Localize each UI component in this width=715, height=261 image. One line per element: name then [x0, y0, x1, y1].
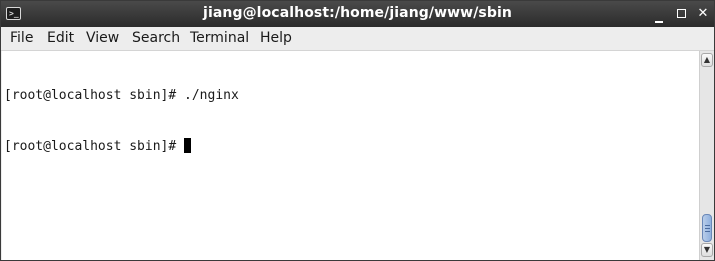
thumb-grip	[705, 231, 710, 232]
window-title: jiang@localhost:/home/jiang/www/sbin	[203, 5, 512, 21]
thumb-grip	[705, 225, 710, 226]
menu-view[interactable]: View	[86, 30, 119, 46]
title-bar[interactable]: >_ jiang@localhost:/home/jiang/www/sbin …	[1, 1, 714, 27]
menu-bar: File Edit View Search Terminal Help	[1, 27, 714, 51]
thumb-grip	[705, 228, 710, 229]
maximize-icon	[676, 9, 686, 18]
menu-search[interactable]: Search	[132, 30, 180, 46]
minimize-button[interactable]	[649, 4, 669, 24]
vertical-scrollbar[interactable]: ▲ ▼	[699, 51, 714, 260]
text-cursor	[184, 138, 192, 153]
terminal-prompt-line: [root@localhost sbin]#	[4, 138, 699, 155]
scroll-down-button[interactable]: ▼	[701, 243, 713, 257]
scroll-up-button[interactable]: ▲	[701, 53, 713, 67]
menu-help[interactable]: Help	[260, 30, 292, 46]
terminal-output[interactable]: [root@localhost sbin]# ./nginx [root@loc…	[2, 51, 699, 260]
menu-file[interactable]: File	[10, 30, 33, 46]
terminal-prompt: [root@localhost sbin]#	[4, 139, 185, 154]
menu-terminal[interactable]: Terminal	[190, 30, 249, 46]
scroll-thumb[interactable]	[702, 214, 712, 242]
menu-edit[interactable]: Edit	[47, 30, 74, 46]
close-button[interactable]: ✕	[693, 4, 713, 24]
terminal-line: [root@localhost sbin]# ./nginx	[4, 88, 239, 103]
minimize-icon	[655, 21, 663, 23]
terminal-window: >_ jiang@localhost:/home/jiang/www/sbin …	[0, 0, 715, 261]
maximize-button[interactable]	[671, 4, 691, 24]
